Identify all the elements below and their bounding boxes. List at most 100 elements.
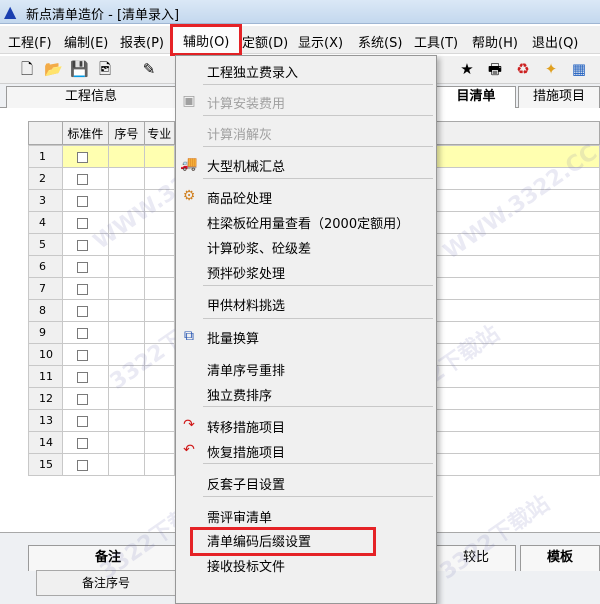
menu-separator <box>203 285 433 286</box>
standard-checkbox[interactable] <box>76 437 88 449</box>
standard-checkbox[interactable] <box>76 415 88 427</box>
dropdown-item[interactable]: 🚚 大型机械汇总 <box>176 152 436 176</box>
specialty-cell[interactable] <box>143 233 175 256</box>
edit-icon[interactable]: ✎ <box>140 60 158 78</box>
dropdown-item-label: 独立费排序 <box>207 389 273 404</box>
header-standard[interactable]: 标准件 <box>61 121 109 145</box>
specialty-cell[interactable] <box>143 431 175 454</box>
menu-separator <box>203 146 433 147</box>
dropdown-item-label: 计算砂浆、砼级差 <box>207 242 312 257</box>
dropdown-item[interactable]: ⚙ 商品砼处理 <box>176 184 436 208</box>
tool-icon[interactable]: ✦ <box>542 60 560 78</box>
row-number: 14 <box>28 431 63 454</box>
properties-icon[interactable]: 🖻 <box>96 60 114 78</box>
tab-bill-items[interactable]: 目清单 <box>436 86 516 108</box>
menu-display[interactable]: 显示(X) <box>298 32 343 51</box>
standard-checkbox[interactable] <box>76 349 88 361</box>
seq-cell[interactable] <box>107 409 145 432</box>
dropdown-item[interactable]: 柱梁板砼用量查看（2000定额用） <box>176 209 436 233</box>
standard-checkbox[interactable] <box>76 393 88 405</box>
standard-checkbox[interactable] <box>76 459 88 471</box>
dropdown-item[interactable]: 甲供材料挑选 <box>176 291 436 315</box>
tab-measures[interactable]: 措施项目 <box>518 86 600 108</box>
print-icon[interactable]: 🖶 <box>486 60 504 78</box>
header-seq[interactable]: 序号 <box>107 121 145 145</box>
standard-checkbox[interactable] <box>76 283 88 295</box>
dropdown-item-label: 批量换算 <box>207 332 260 347</box>
standard-cell <box>61 431 109 454</box>
dropdown-item[interactable]: 独立费排序 <box>176 381 436 405</box>
row-number: 5 <box>28 233 63 256</box>
grid-corner <box>28 121 63 145</box>
menu-quota[interactable]: 定额(D) <box>242 32 288 51</box>
row-number: 6 <box>28 255 63 278</box>
dropdown-item[interactable]: ↷ 转移措施项目 <box>176 413 436 437</box>
save-icon[interactable]: 💾 <box>70 60 89 78</box>
menu-separator <box>203 463 433 464</box>
menu-exit[interactable]: 退出(Q) <box>532 32 578 51</box>
star-icon[interactable]: ★ <box>458 60 476 78</box>
dropdown-item[interactable]: ↶ 恢复措施项目 <box>176 438 436 462</box>
specialty-cell[interactable] <box>143 299 175 322</box>
menu-system[interactable]: 系统(S) <box>358 32 402 51</box>
standard-cell <box>61 299 109 322</box>
specialty-cell[interactable] <box>143 453 175 476</box>
specialty-cell[interactable] <box>143 145 175 168</box>
menu-auxiliary-highlight[interactable]: 辅助(O) <box>170 24 242 56</box>
menu-project[interactable]: 工程(F) <box>8 32 52 51</box>
tab-project-info[interactable]: 工程信息 <box>6 86 176 108</box>
window-title: 新点清单造价 - [清单录入] <box>26 8 180 23</box>
standard-checkbox[interactable] <box>76 173 88 185</box>
menu-auxiliary[interactable]: 辅助(O) <box>183 31 229 50</box>
dropdown-item[interactable]: 清单序号重排 <box>176 356 436 380</box>
recycle-icon[interactable]: ♻ <box>514 60 532 78</box>
dropdown-item[interactable]: 反套子目设置 <box>176 470 436 494</box>
tab-template[interactable]: 模板 <box>520 545 600 571</box>
standard-checkbox[interactable] <box>76 327 88 339</box>
dropdown-item: ▣ 计算安装费用 <box>176 89 436 113</box>
dropdown-item-label: 反套子目设置 <box>207 478 286 493</box>
dropdown-item-label: 大型机械汇总 <box>207 160 286 175</box>
standard-checkbox[interactable] <box>76 151 88 163</box>
seq-cell[interactable] <box>107 453 145 476</box>
row-number: 11 <box>28 365 63 388</box>
batch-convert-icon: ⧉ <box>184 328 194 344</box>
standard-checkbox[interactable] <box>76 217 88 229</box>
standard-checkbox[interactable] <box>76 195 88 207</box>
dropdown-item[interactable]: ⧉ 批量换算 <box>176 324 436 348</box>
menu-tools[interactable]: 工具(T) <box>414 32 458 51</box>
new-file-icon[interactable]: 🗋 <box>18 60 36 78</box>
menu-report[interactable]: 报表(P) <box>120 32 164 51</box>
standard-checkbox[interactable] <box>76 305 88 317</box>
dropdown-item[interactable]: 预拌砂浆处理 <box>176 259 436 283</box>
standard-checkbox[interactable] <box>76 371 88 383</box>
menu-help[interactable]: 帮助(H) <box>472 32 518 51</box>
seq-cell[interactable] <box>107 255 145 278</box>
menu-edit[interactable]: 编制(E) <box>64 32 108 51</box>
dropdown-item[interactable]: 工程独立费录入 <box>176 58 436 82</box>
seq-cell[interactable] <box>107 167 145 190</box>
standard-checkbox[interactable] <box>76 239 88 251</box>
dropdown-item[interactable]: 需评审清单 <box>176 503 436 527</box>
row-number: 3 <box>28 189 63 212</box>
standard-cell <box>61 255 109 278</box>
standard-cell <box>61 189 109 212</box>
open-folder-icon[interactable]: 📂 <box>44 60 63 78</box>
seq-cell[interactable] <box>107 277 145 300</box>
header-specialty[interactable]: 专业 <box>143 121 175 145</box>
dropdown-item-label: 预拌砂浆处理 <box>207 267 286 282</box>
specialty-cell[interactable] <box>143 409 175 432</box>
menu-separator <box>203 84 433 85</box>
specialty-cell[interactable] <box>143 387 175 410</box>
standard-cell <box>61 387 109 410</box>
dropdown-item[interactable]: 计算砂浆、砼级差 <box>176 234 436 258</box>
standard-checkbox[interactable] <box>76 261 88 273</box>
calculator-icon[interactable]: ▦ <box>570 60 588 78</box>
standard-cell <box>61 145 109 168</box>
seq-cell[interactable] <box>107 145 145 168</box>
seq-cell[interactable] <box>107 299 145 322</box>
specialty-cell[interactable] <box>143 255 175 278</box>
specialty-cell[interactable] <box>143 277 175 300</box>
seq-cell[interactable] <box>107 321 145 344</box>
seq-cell[interactable] <box>107 431 145 454</box>
